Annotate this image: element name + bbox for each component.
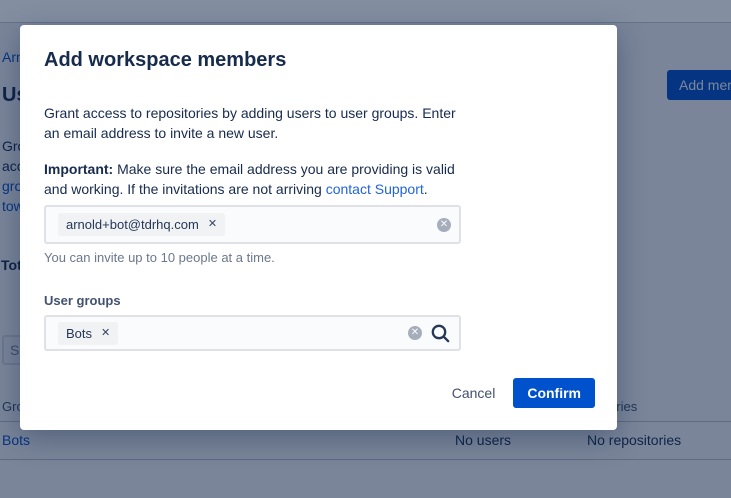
invite-limit-note: You can invite up to 10 people at a time… <box>44 250 275 265</box>
email-invite-input[interactable]: arnold+bot@tdrhq.com ✕ ✕ <box>44 205 461 244</box>
user-groups-label: User groups <box>44 293 121 308</box>
add-workspace-members-dialog: Add workspace members Grant access to re… <box>20 25 617 430</box>
email-chip: arnold+bot@tdrhq.com ✕ <box>58 213 225 236</box>
email-chip-label: arnold+bot@tdrhq.com <box>66 217 199 232</box>
clear-groups-field-icon[interactable]: ✕ <box>408 326 422 340</box>
important-label: Important: <box>44 161 113 177</box>
cancel-button[interactable]: Cancel <box>440 379 508 407</box>
remove-group-chip-icon[interactable]: ✕ <box>101 328 110 339</box>
clear-email-field-icon[interactable]: ✕ <box>437 218 451 232</box>
top-nav-band <box>0 0 731 23</box>
dialog-actions: Cancel Confirm <box>440 378 595 408</box>
group-chip-label: Bots <box>66 326 92 341</box>
dialog-title: Add workspace members <box>44 46 286 74</box>
user-groups-input[interactable]: Bots ✕ ✕ <box>44 315 461 351</box>
important-period: . <box>424 181 428 197</box>
contact-support-link[interactable]: contact Support <box>326 181 424 197</box>
group-chip: Bots ✕ <box>58 322 118 345</box>
dialog-description: Grant access to repositories by adding u… <box>44 103 474 143</box>
confirm-button[interactable]: Confirm <box>513 378 595 408</box>
search-icon[interactable] <box>430 323 451 344</box>
remove-email-chip-icon[interactable]: ✕ <box>208 219 217 230</box>
dialog-important-note: Important: Make sure the email address y… <box>44 159 474 199</box>
